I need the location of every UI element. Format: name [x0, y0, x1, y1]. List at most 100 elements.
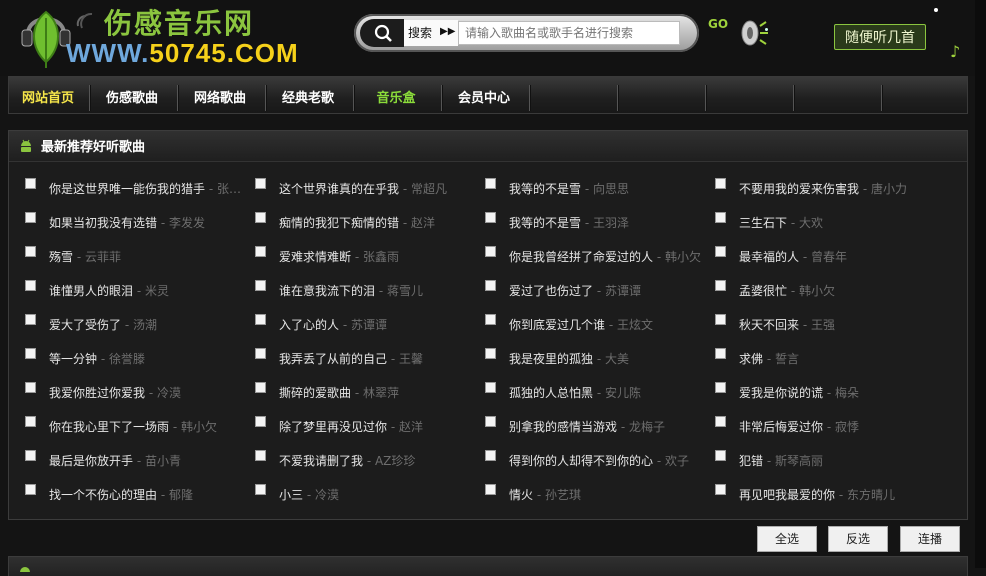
song-checkbox[interactable] — [255, 348, 266, 359]
song-checkbox[interactable] — [485, 416, 496, 427]
song-checkbox[interactable] — [255, 212, 266, 223]
song-item[interactable]: 等一分钟 - 徐誉滕 — [25, 348, 240, 366]
song-artist[interactable]: - 王羽泽 — [581, 216, 629, 230]
nav-item-home[interactable]: 网站首页 — [15, 77, 81, 113]
song-artist[interactable]: - 米灵 — [133, 284, 169, 298]
song-title[interactable]: 如果当初我没有选错 - 李发发 — [49, 214, 205, 230]
song-checkbox[interactable] — [25, 484, 36, 495]
song-artist[interactable]: - 斯琴高丽 — [763, 454, 823, 468]
song-checkbox[interactable] — [715, 348, 726, 359]
song-title[interactable]: 你在我心里下了一场雨 - 韩小欠 — [49, 418, 217, 434]
song-artist[interactable]: - 云菲菲 — [73, 250, 121, 264]
song-checkbox[interactable] — [715, 314, 726, 325]
song-title[interactable]: 我弄丢了从前的自己 - 王馨 — [279, 350, 423, 366]
song-checkbox[interactable] — [25, 382, 36, 393]
song-artist[interactable]: - 蒋雪儿 — [375, 284, 423, 298]
song-checkbox[interactable] — [715, 212, 726, 223]
song-title[interactable]: 谁在意我流下的泪 - 蒋雪儿 — [279, 282, 423, 298]
song-checkbox[interactable] — [25, 280, 36, 291]
song-checkbox[interactable] — [715, 450, 726, 461]
go-button[interactable]: GO — [706, 14, 770, 48]
song-checkbox[interactable] — [25, 178, 36, 189]
song-name[interactable]: 孟婆很忙 — [739, 284, 787, 298]
song-name[interactable]: 除了梦里再没见过你 — [279, 420, 387, 434]
song-artist[interactable]: - 龙梅子 — [617, 420, 665, 434]
song-name[interactable]: 爱难求情难断 — [279, 250, 351, 264]
song-item[interactable]: 最幸福的人 - 曾春年 — [715, 246, 937, 264]
song-checkbox[interactable] — [25, 416, 36, 427]
song-item[interactable]: 爱我是你说的谎 - 梅朵 — [715, 382, 937, 400]
song-title[interactable]: 别拿我的感情当游戏 - 龙梅子 — [509, 418, 665, 434]
song-artist[interactable]: - 张鑫雨 — [351, 250, 399, 264]
song-name[interactable]: 这个世界谁真的在乎我 — [279, 182, 399, 196]
song-checkbox[interactable] — [485, 178, 496, 189]
song-checkbox[interactable] — [25, 348, 36, 359]
song-artist[interactable]: - 王馨 — [387, 352, 423, 366]
song-title[interactable]: 撕碎的爱歌曲 - 林翠萍 — [279, 384, 399, 400]
random-play-button[interactable]: 随便听几首 — [834, 24, 926, 50]
song-item[interactable]: 殇雪 - 云菲菲 — [25, 246, 240, 264]
song-item[interactable]: 入了心的人 - 苏谭谭 — [255, 314, 477, 332]
nav-item-web-songs[interactable]: 网络歌曲 — [187, 77, 253, 113]
song-name[interactable]: 最后是你放开手 — [49, 454, 133, 468]
song-name[interactable]: 小三 — [279, 488, 303, 502]
song-title[interactable]: 再见吧我最爱的你 - 东方晴儿 — [739, 486, 895, 502]
song-checkbox[interactable] — [715, 382, 726, 393]
song-checkbox[interactable] — [25, 314, 36, 325]
song-name[interactable]: 不要用我的爱来伤害我 — [739, 182, 859, 196]
song-artist[interactable]: - 寂悸 — [823, 420, 859, 434]
song-title[interactable]: 情火 - 孙艺琪 — [509, 486, 581, 502]
search-input[interactable] — [458, 21, 680, 45]
song-name[interactable]: 我是夜里的孤独 — [509, 352, 593, 366]
song-title[interactable]: 孟婆很忙 - 韩小欠 — [739, 282, 835, 298]
song-title[interactable]: 殇雪 - 云菲菲 — [49, 248, 121, 264]
song-artist[interactable]: - 唐小力 — [859, 182, 907, 196]
song-item[interactable]: 撕碎的爱歌曲 - 林翠萍 — [255, 382, 477, 400]
song-checkbox[interactable] — [715, 178, 726, 189]
song-item[interactable]: 小三 - 冷漠 — [255, 484, 477, 502]
song-title[interactable]: 三生石下 - 大欢 — [739, 214, 823, 230]
song-artist[interactable]: - 冷漠 — [303, 488, 339, 502]
song-artist[interactable]: - 郁隆 — [157, 488, 193, 502]
song-title[interactable]: 爱难求情难断 - 张鑫雨 — [279, 248, 399, 264]
song-name[interactable]: 我爱你胜过你爱我 — [49, 386, 145, 400]
song-title[interactable]: 不要用我的爱来伤害我 - 唐小力 — [739, 180, 907, 196]
song-title[interactable]: 孤独的人总怕黑 - 安儿陈 — [509, 384, 641, 400]
song-title[interactable]: 你到底爱过几个谁 - 王炫文 — [509, 316, 653, 332]
song-name[interactable]: 你在我心里下了一场雨 — [49, 420, 169, 434]
song-title[interactable]: 等一分钟 - 徐誉滕 — [49, 350, 145, 366]
song-artist[interactable]: - 林翠萍 — [351, 386, 399, 400]
song-artist[interactable]: - 徐誉滕 — [97, 352, 145, 366]
song-checkbox[interactable] — [715, 246, 726, 257]
song-item[interactable]: 求佛 - 誓言 — [715, 348, 937, 366]
song-title[interactable]: 你是我曾经拼了命爱过的人 - 韩小欠 — [509, 248, 701, 264]
song-name[interactable]: 再见吧我最爱的你 — [739, 488, 835, 502]
song-item[interactable]: 谁在意我流下的泪 - 蒋雪儿 — [255, 280, 477, 298]
song-name[interactable]: 如果当初我没有选错 — [49, 216, 157, 230]
song-checkbox[interactable] — [255, 382, 266, 393]
song-title[interactable]: 你是这世界唯一能伤我的猎手 - 张… — [49, 180, 240, 196]
song-artist[interactable]: - 韩小欠 — [169, 420, 217, 434]
song-item[interactable]: 三生石下 - 大欢 — [715, 212, 937, 230]
song-item[interactable]: 孟婆很忙 - 韩小欠 — [715, 280, 937, 298]
song-name[interactable]: 你到底爱过几个谁 — [509, 318, 605, 332]
song-checkbox[interactable] — [485, 246, 496, 257]
song-artist[interactable]: - 常超凡 — [399, 182, 447, 196]
song-name[interactable]: 最幸福的人 — [739, 250, 799, 264]
song-checkbox[interactable] — [25, 212, 36, 223]
song-name[interactable]: 爱大了受伤了 — [49, 318, 121, 332]
song-artist[interactable]: - 誓言 — [763, 352, 799, 366]
song-item[interactable]: 得到你的人却得不到你的心 - 欢子 — [485, 450, 707, 468]
song-title[interactable]: 痴情的我犯下痴情的错 - 赵洋 — [279, 214, 435, 230]
song-artist[interactable]: - 韩小欠 — [787, 284, 835, 298]
song-title[interactable]: 谁懂男人的眼泪 - 米灵 — [49, 282, 169, 298]
song-artist[interactable]: - 梅朵 — [823, 386, 859, 400]
song-artist[interactable]: - 大欢 — [787, 216, 823, 230]
song-name[interactable]: 我等的不是雪 — [509, 216, 581, 230]
page-scrollbar[interactable] — [975, 0, 986, 568]
song-name[interactable]: 我等的不是雪 — [509, 182, 581, 196]
song-item[interactable]: 最后是你放开手 - 苗小青 — [25, 450, 240, 468]
song-item[interactable]: 我是夜里的孤独 - 大美 — [485, 348, 707, 366]
song-checkbox[interactable] — [485, 382, 496, 393]
song-checkbox[interactable] — [715, 416, 726, 427]
